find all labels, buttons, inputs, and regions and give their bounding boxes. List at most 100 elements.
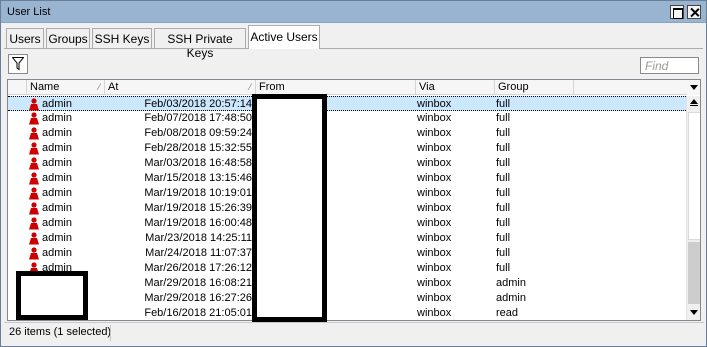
cell-via: winbox [417,232,452,244]
cell-group: full [496,112,511,124]
cell-via: winbox [417,157,452,169]
cell-name: admin [42,98,72,110]
column-header-name[interactable]: Name ⁄ [27,80,105,95]
cell-via: winbox [417,217,452,229]
cell-at: Mar/23/2018 14:25:11 [145,232,252,244]
table-row[interactable]: Mar/29/2018 16:08:21 winbox admin [8,276,686,291]
cell-at: Mar/26/2018 17:26:12 [144,262,252,274]
tab-label: SSH Private Keys [167,32,233,60]
cell-group: full [496,217,511,229]
scroll-down-icon[interactable] [687,305,700,320]
cell-at: Mar/29/2018 16:27:26 [144,292,252,304]
cell-group: full [496,172,511,184]
cell-at: Feb/07/2018 17:48:50 [144,112,252,124]
table-row[interactable]: Mar/29/2018 16:27:26 winbox admin [8,291,686,306]
close-icon[interactable] [687,5,701,19]
cell-group: admin [496,277,526,289]
title-bar[interactable]: User List [1,1,706,23]
column-header-via[interactable]: Via [416,80,495,95]
cell-at: Mar/15/2018 13:15:46 [144,172,252,184]
cell-name: admin [42,202,72,214]
column-header-from[interactable]: From [256,80,416,95]
cell-name: admin [42,142,72,154]
filter-button[interactable] [8,54,28,74]
cell-via: winbox [417,172,452,184]
scroll-track[interactable] [688,242,700,304]
cell-name: admin [42,247,72,259]
cell-name: admin [42,187,72,199]
table-row[interactable]: admin Feb/07/2018 17:48:50 winbox full [8,111,686,126]
column-header-group[interactable]: Group [495,80,574,95]
tab-ssh-private-keys[interactable]: SSH Private Keys [154,28,246,60]
cell-name: admin [42,232,72,244]
tab-active-users[interactable]: Active Users [248,25,320,49]
cell-name: admin [42,217,72,229]
cell-group: admin [496,292,526,304]
table-row[interactable]: admin Feb/03/2018 20:57:14 winbox full [8,96,686,111]
cell-via: winbox [417,142,452,154]
cell-via: winbox [417,127,452,139]
cell-group: full [496,157,511,169]
cell-group: full [496,127,511,139]
status-divider [110,325,111,341]
cell-group: full [496,232,511,244]
table-row[interactable]: admin Mar/03/2018 16:48:58 winbox full [8,156,686,171]
cell-group: full [496,262,511,274]
tab-panel-border [4,48,703,49]
table-row[interactable]: admin Feb/08/2018 09:59:24 winbox full [8,126,686,141]
vertical-scrollbar[interactable] [686,96,700,320]
cell-group: full [496,98,511,110]
column-header-label: Name [30,81,60,93]
tab-users[interactable]: Users [6,28,44,48]
cell-at: Mar/19/2018 10:19:01 [144,187,252,199]
cell-via: winbox [417,307,452,319]
cell-at: Mar/03/2018 16:48:58 [144,157,252,169]
table-row[interactable]: admin Mar/19/2018 16:00:48 winbox full [8,216,686,231]
cell-via: winbox [417,277,452,289]
active-users-table: Name ⁄ At ⁄ From Via Group admin Feb/03/2… [7,79,701,321]
column-header-at[interactable]: At ⁄ [105,80,256,95]
redaction-box-from [252,94,327,322]
tab-groups[interactable]: Groups [46,28,90,48]
cell-group: full [496,142,511,154]
restore-icon[interactable] [670,5,684,19]
table-row[interactable]: admin Feb/28/2018 15:32:55 winbox full [8,141,686,156]
status-bar: 26 items (1 selected) [4,322,704,341]
cell-at: Feb/28/2018 15:32:55 [144,142,252,154]
tab-ssh-keys[interactable]: SSH Keys [92,28,152,48]
cell-name: admin [42,112,72,124]
cell-at: Feb/03/2018 20:57:14 [144,98,252,110]
find-input[interactable] [640,57,699,74]
table-row[interactable]: admin Mar/15/2018 13:15:46 winbox full [8,171,686,186]
cell-group: read [496,307,519,319]
cell-at: Feb/16/2018 21:05:01 [144,307,252,319]
tab-label: SSH Keys [94,32,150,46]
table-row[interactable]: admin Mar/23/2018 14:25:11 winbox full [8,231,686,246]
scroll-thumb[interactable] [688,112,700,240]
cell-at: Mar/24/2018 11:07:37 [145,247,252,259]
cell-name: admin [42,127,72,139]
cell-via: winbox [417,247,452,259]
table-row[interactable]: admin Mar/19/2018 10:19:01 winbox full [8,186,686,201]
redaction-box-name [16,271,88,320]
sort-indicator-icon: ⁄ [249,82,251,92]
cell-at: Mar/19/2018 15:26:39 [144,202,252,214]
column-header-label: From [259,81,285,93]
table-row[interactable]: Feb/16/2018 21:05:01 winbox read [8,306,686,320]
table-row[interactable]: admin Mar/19/2018 15:26:39 winbox full [8,201,686,216]
column-header-label: At [108,81,119,93]
cell-via: winbox [417,262,452,274]
table-row[interactable]: admin Mar/24/2018 11:07:37 winbox full [8,246,686,261]
scroll-up-icon[interactable] [687,96,700,111]
cell-via: winbox [417,202,452,214]
cell-group: full [496,187,511,199]
cell-group: full [496,202,511,214]
column-menu-dropdown-icon[interactable] [687,80,700,95]
cell-name: admin [42,172,72,184]
cell-at: Mar/19/2018 16:00:48 [144,217,252,229]
header-filler [574,80,687,95]
cell-via: winbox [417,187,452,199]
table-row[interactable]: admin Mar/26/2018 17:26:12 winbox full [8,261,686,276]
table-header: Name ⁄ At ⁄ From Via Group [8,80,700,95]
header-spacer [8,80,27,95]
